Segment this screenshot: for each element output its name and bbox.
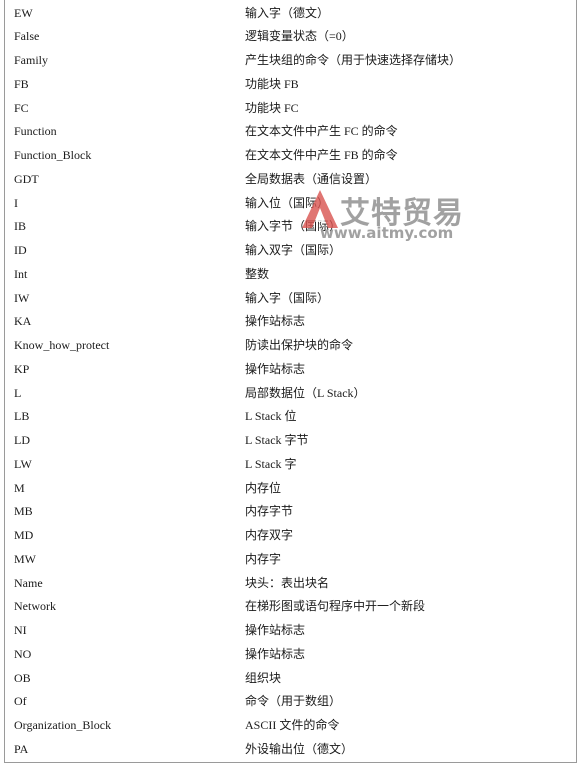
table-row: PA 外设输出位（德文） [5,737,576,762]
table-row: M 内存位 [5,476,576,501]
term-cell: PA [14,741,29,756]
term-cell: Organization_Block [14,718,112,732]
table-row: KA 操作站标志 [5,309,576,334]
description-cell: 功能块 FC [245,100,299,115]
table-row: Network 在梯形图或语句程序中开一个新段 [5,594,576,619]
description-cell: 内存位 [245,480,282,495]
table-row: Of 命令（用于数组） [5,689,576,714]
table-row: MD 内存双字 [5,523,576,548]
term-cell: MD [14,528,34,542]
description-cell: 防读出保护块的命令 [245,338,354,352]
term-cell: Family [14,53,49,67]
description-cell: 产生块组的命令（用于快速选择存储块） [245,53,462,67]
term-cell: LB [14,409,30,424]
table-row: GDT 全局数据表（通信设置） [5,167,576,192]
term-cell: Of [14,694,27,709]
term-cell: EW [14,5,33,20]
term-cell: MB [14,504,33,519]
description-cell: 在文本文件中产生 FC 的命令 [245,124,398,139]
description-cell: 输入位（国际） [245,195,330,210]
description-cell: 内存双字 [245,528,294,542]
table-row: Organization_Block ASCII 文件的命令 [5,713,576,738]
table-row: False 逻辑变量状态（=0） [5,24,576,49]
term-cell: FC [14,100,29,115]
table-row: LB L Stack 位 [5,404,576,429]
table-row: MB 内存字节 [5,499,576,524]
term-cell: KA [14,314,32,329]
description-cell: 整数 [245,266,270,281]
table-row: NO 操作站标志 [5,642,576,667]
table-row: IB 输入字节（国际） [5,214,576,239]
table-row: I 输入位（国际） [5,191,576,216]
table-row: Function_Block 在文本文件中产生 FB 的命令 [5,143,576,168]
description-cell: L Stack 位 [245,409,297,424]
description-cell: 操作站标志 [245,361,306,376]
term-cell: Int [14,266,28,281]
description-cell: 逻辑变量状态（=0） [245,29,354,44]
term-cell: NI [14,623,27,637]
term-cell: L [14,385,22,400]
table-row: ID 输入双字（国际） [5,238,576,263]
table-row: KP 操作站标志 [5,357,576,382]
term-cell: M [14,480,25,495]
description-cell: L Stack 字节 [245,433,309,447]
term-cell: MW [14,551,36,566]
description-cell: 操作站标志 [245,623,306,637]
description-cell: 输入字（德文） [245,5,330,20]
description-cell: 在文本文件中产生 FB 的命令 [245,148,398,162]
term-cell: Function_Block [14,148,92,162]
term-cell: ID [14,243,27,257]
description-cell: 外设输出位（德文） [245,741,354,756]
table-row: LD L Stack 字节 [5,428,576,453]
description-cell: ASCII 文件的命令 [245,718,340,732]
term-cell: FB [14,76,29,91]
term-cell: IB [14,219,26,234]
term-cell: KP [14,361,30,376]
description-cell: 内存字节 [245,504,294,519]
table-row: EW 输入字（德文） [5,1,576,26]
term-cell: Name [14,575,43,590]
description-cell: 全局数据表（通信设置） [245,171,378,186]
term-cell: Function [14,124,57,139]
term-cell: NO [14,646,32,661]
table-row: Family 产生块组的命令（用于快速选择存储块） [5,48,576,73]
description-cell: 操作站标志 [245,646,306,661]
term-cell: Network [14,599,56,614]
term-cell: OB [14,670,31,685]
table-row: Function 在文本文件中产生 FC 的命令 [5,119,576,144]
term-cell: IW [14,290,30,305]
table-row: FB 功能块 FB [5,72,576,97]
table-row: LW L Stack 字 [5,452,576,477]
table-row: Name 块头：表出块名 [5,571,576,596]
description-cell: 内存字 [245,551,282,566]
table-row: NI 操作站标志 [5,618,576,643]
description-cell: 在梯形图或语句程序中开一个新段 [245,599,426,614]
term-cell: Know_how_protect [14,338,110,352]
table-row: OB 组织块 [5,666,576,691]
description-cell: 输入字节（国际） [245,219,342,234]
table-row: L 局部数据位（L Stack） [5,381,576,406]
term-cell: LD [14,433,30,447]
description-cell: 输入字（国际） [245,290,330,305]
term-cell: LW [14,456,32,471]
table-row: IW 输入字（国际） [5,286,576,311]
table-row: MW 内存字 [5,547,576,572]
description-cell: 局部数据位（L Stack） [245,385,366,400]
term-cell: False [14,29,40,44]
description-cell: 块头：表出块名 [245,575,330,590]
description-cell: L Stack 字 [245,456,297,471]
table-row: Int 整数 [5,262,576,287]
description-cell: 命令（用于数组） [245,694,342,709]
term-cell: I [14,195,18,210]
description-cell: 功能块 FB [245,76,299,91]
description-cell: 输入双字（国际） [245,243,342,257]
glossary-table: EW 输入字（德文） False 逻辑变量状态（=0） Family 产生块组的命令（用于… [4,0,577,763]
description-cell: 组织块 [245,670,282,685]
description-cell: 操作站标志 [245,314,306,329]
table-row: Know_how_protect 防读出保护块的命令 [5,333,576,358]
table-row: FC 功能块 FC [5,96,576,121]
term-cell: GDT [14,171,39,186]
